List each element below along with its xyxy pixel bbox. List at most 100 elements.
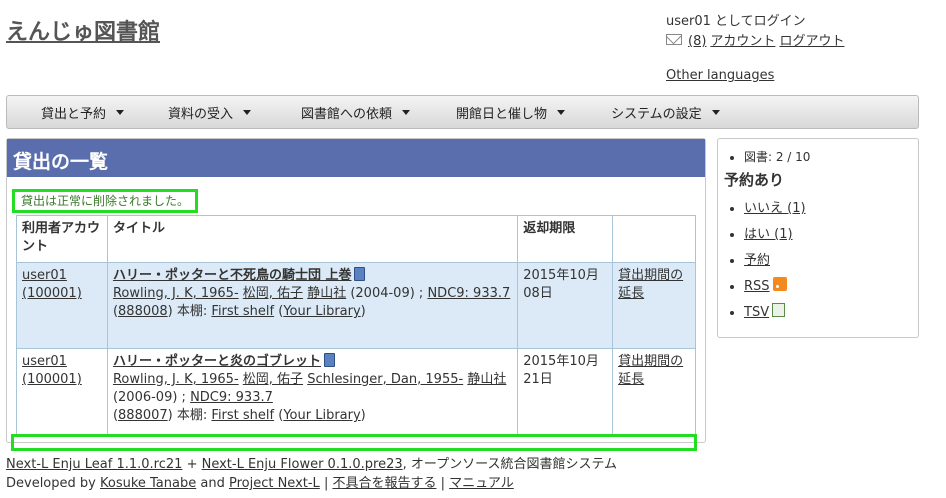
shelf-link[interactable]: First shelf [211, 408, 274, 423]
reservations-link[interactable]: 予約 [744, 253, 770, 268]
other-languages-link[interactable]: Other languages [666, 68, 774, 83]
project-link[interactable]: Project Next-L [229, 476, 320, 491]
due-date-cell: 2015年10月08日 [517, 262, 614, 349]
footer-line-1: Next-L Enju Leaf 1.1.0.rc21 + Next-L Enj… [6, 455, 617, 474]
ndc-link[interactable]: NDC9: 933.7 [427, 286, 510, 301]
separator: | [436, 476, 450, 491]
filter-link-yes[interactable]: はい (1) [744, 227, 793, 242]
rss-icon[interactable] [772, 277, 787, 291]
nav-menu-acquisition[interactable]: 資料の受入 [138, 103, 265, 122]
shelf-link[interactable]: First shelf [211, 304, 274, 319]
page-title: 貸出の一覧 [7, 139, 705, 177]
caret-down-icon [116, 109, 125, 115]
shelf-label: 本棚: [172, 408, 212, 423]
action-cell: 貸出期間の延長 [612, 348, 696, 435]
enju-flower-link[interactable]: Next-L Enju Flower 0.1.0.pre23 [202, 457, 403, 472]
caret-down-icon [402, 109, 411, 115]
publication-info: (2006-09) ; [112, 390, 191, 405]
account-cell: user01 (100001) [16, 348, 108, 435]
action-cell: 貸出期間の延長 [612, 262, 696, 349]
enju-leaf-link[interactable]: Next-L Enju Leaf 1.1.0.rc21 [6, 457, 182, 472]
nav-menu-requests[interactable]: 図書館への依頼 [265, 103, 424, 122]
account-cell: user01 (100001) [16, 262, 108, 349]
item-id-link[interactable]: 888008 [118, 304, 168, 319]
and-text: and [196, 476, 229, 491]
footer-tagline: , オープンソース統合図書館システム [402, 457, 618, 472]
user-link[interactable]: user01 [22, 354, 67, 369]
footer-line-2: Developed by Kosuke Tanabe and Project N… [6, 474, 617, 493]
nav-menu-label: 貸出と予約 [41, 106, 107, 122]
book-icon [354, 267, 366, 281]
library-link[interactable]: Your Library [283, 304, 360, 319]
publication-info: (2004-09) ; [346, 286, 428, 301]
library-link[interactable]: Your Library [283, 408, 360, 423]
publisher-link[interactable]: 静山社 [467, 372, 506, 387]
column-header-account: 利用者アカウント [16, 215, 108, 263]
nav-menu-system[interactable]: システムの設定 [579, 103, 734, 122]
nav-menu-events[interactable]: 開館日と催し物 [424, 103, 579, 122]
caret-down-icon [557, 109, 566, 115]
rss-link[interactable]: RSS [744, 279, 770, 294]
author-link[interactable]: Rowling, J. K, 1965- [113, 372, 239, 387]
site-title[interactable]: えんじゅ図書館 [6, 14, 160, 46]
account-link[interactable]: アカウント [710, 32, 775, 52]
nav-menu-label: 資料の受入 [168, 106, 234, 122]
list-item: 予約 [744, 248, 912, 274]
item-id-link[interactable]: 888007 [118, 408, 168, 423]
highlight-box [11, 434, 697, 451]
message-count-link[interactable]: (8) [688, 32, 706, 52]
column-header-due: 返却期限 [517, 215, 614, 263]
spreadsheet-icon[interactable] [772, 303, 786, 317]
user-number-link[interactable]: (100001) [22, 372, 82, 387]
nav-menu-label: 図書館への依頼 [301, 106, 393, 122]
page-footer: Next-L Enju Leaf 1.1.0.rc21 + Next-L Enj… [6, 455, 617, 493]
filter-link-no[interactable]: いいえ (1) [744, 201, 806, 216]
caret-down-icon [243, 109, 252, 115]
reserved-heading: 予約あり [724, 171, 785, 189]
login-status: user01 としてログイン [666, 14, 806, 29]
ndc-link[interactable]: NDC9: 933.7 [190, 390, 273, 405]
author-link[interactable]: Rowling, J. K, 1965- [113, 286, 239, 301]
logout-link[interactable]: ログアウト [779, 32, 844, 52]
tsv-link[interactable]: TSV [744, 305, 769, 320]
extend-loan-link[interactable]: 貸出期間の延長 [618, 268, 683, 301]
list-item: はい (1) [744, 222, 912, 248]
author-link[interactable]: Schlesinger, Dan, 1955- [307, 372, 463, 387]
envelope-icon[interactable] [666, 33, 682, 45]
author-link[interactable]: 松岡, 佑子 [243, 372, 303, 387]
report-bug-link[interactable]: 不具合を報告する [332, 476, 436, 491]
loans-table: 利用者アカウント タイトル 返却期限 user01 (100001) ハリー・ポ… [16, 215, 696, 435]
manual-link[interactable]: マニュアル [449, 476, 514, 491]
table-row: user01 (100001) ハリー・ポッターと炎のゴブレット Rowling… [16, 348, 696, 435]
list-item: TSV [744, 300, 912, 326]
nav-menu-label: 開館日と催し物 [456, 106, 548, 122]
table-header-row: 利用者アカウント タイトル 返却期限 [16, 215, 696, 263]
book-title-link[interactable]: ハリー・ポッターと炎のゴブレット [113, 354, 321, 369]
loans-panel: 貸出の一覧 貸出は正常に削除されました。 利用者アカウント タイトル 返却期限 … [6, 138, 706, 443]
book-icon [323, 353, 335, 367]
nav-menu-circulation[interactable]: 貸出と予約 [7, 103, 138, 122]
column-header-action [612, 215, 696, 263]
table-row: user01 (100001) ハリー・ポッターと不死鳥の騎士団 上巻 Rowl… [16, 262, 696, 349]
shelf-label: 本棚: [172, 304, 212, 319]
sidebar: 図書: 2 / 10 予約あり いいえ (1) はい (1) 予約 RSS TS… [717, 138, 919, 338]
nav-menu-label: システムの設定 [611, 106, 702, 122]
extend-loan-link[interactable]: 貸出期間の延長 [618, 354, 683, 387]
title-cell: ハリー・ポッターと不死鳥の騎士団 上巻 Rowling, J. K, 1965-… [106, 262, 519, 349]
user-number-link[interactable]: (100001) [22, 286, 82, 301]
list-item: RSS [744, 274, 912, 300]
user-box: user01 としてログイン (8) アカウント ログアウト Other lan… [666, 12, 844, 83]
books-count: 図書: 2 / 10 [744, 147, 912, 167]
user-link[interactable]: user01 [22, 268, 67, 283]
flash-notice: 貸出は正常に削除されました。 [12, 189, 199, 213]
book-title-link[interactable]: ハリー・ポッターと不死鳥の騎士団 上巻 [113, 268, 352, 283]
developer-link[interactable]: Kosuke Tanabe [100, 476, 196, 491]
title-cell: ハリー・ポッターと炎のゴブレット Rowling, J. K, 1965- 松岡… [106, 348, 519, 435]
author-link[interactable]: 松岡, 佑子 [243, 286, 303, 301]
separator: | [319, 476, 333, 491]
publisher-link[interactable]: 静山社 [307, 286, 346, 301]
user-links: (8) アカウント ログアウト [666, 32, 844, 52]
list-item: いいえ (1) [744, 196, 912, 222]
caret-down-icon [711, 109, 720, 115]
column-header-title: タイトル [106, 215, 519, 263]
